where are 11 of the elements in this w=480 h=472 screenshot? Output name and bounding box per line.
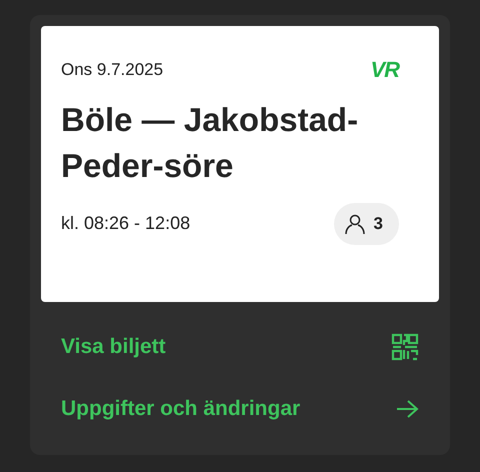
route-title: Böle — Jakobstad-Peder-söre (61, 100, 360, 186)
action-link[interactable]: Visa biljett (61, 331, 166, 363)
passenger-count: 3 (334, 202, 399, 244)
person-icon (344, 212, 366, 234)
ticket-card[interactable]: Ons 9.7.2025 VR Böle — Jakobstad-Peder-söre kl. 08:26 - 12:08 3 (41, 26, 439, 302)
time-range: kl. 08:26 - 12:08 (61, 212, 190, 235)
ticket-date: Ons 9.7.2025 (61, 59, 164, 81)
logo: VR (370, 58, 399, 81)
qr-code-icon (391, 333, 419, 361)
arrow-right-icon (395, 399, 419, 419)
action-link[interactable]: Uppgifter och ändringar (61, 393, 300, 425)
